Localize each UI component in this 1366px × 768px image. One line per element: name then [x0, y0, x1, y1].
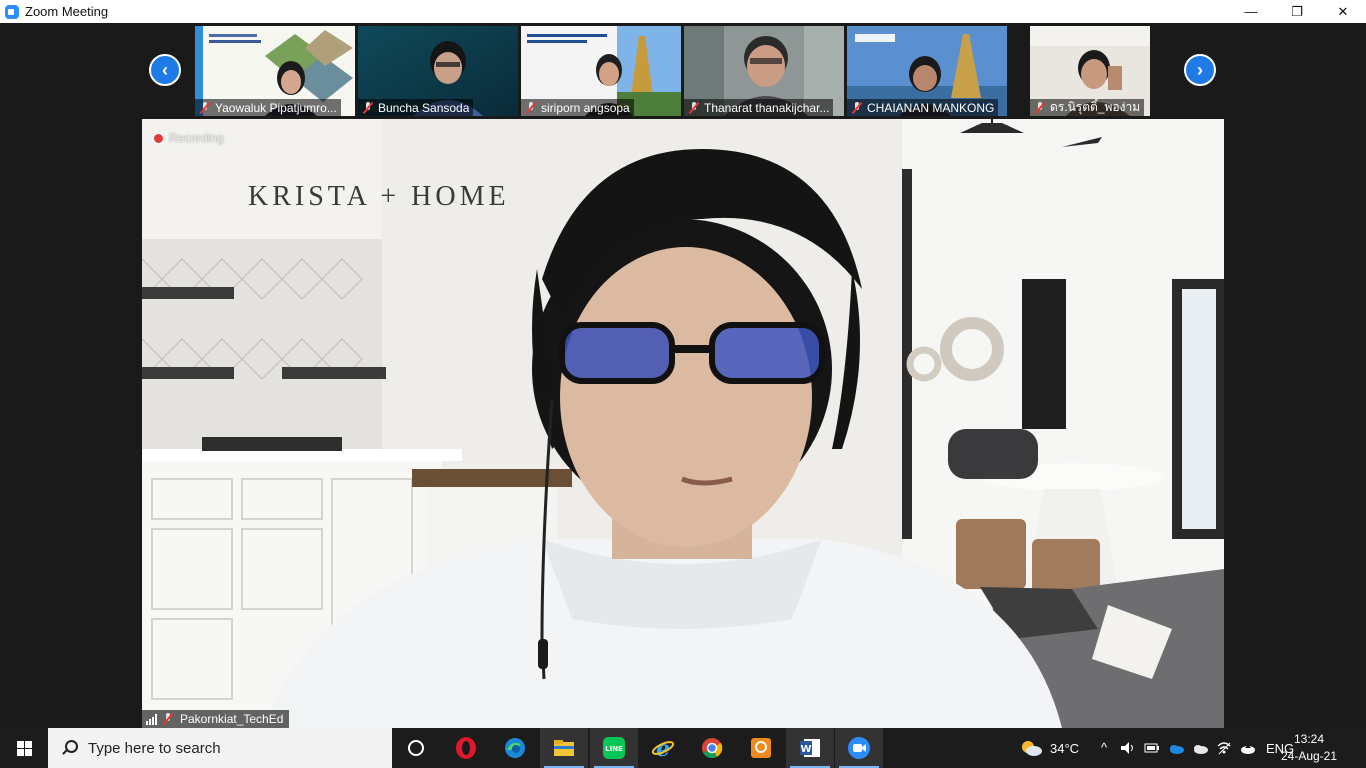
start-button[interactable]: [0, 728, 48, 768]
restore-button[interactable]: ❐: [1274, 0, 1320, 23]
folder-icon: [554, 740, 574, 756]
chrome-icon: [702, 738, 723, 759]
svg-text:e: e: [656, 736, 670, 760]
cloud-upload-icon[interactable]: [1240, 740, 1256, 756]
previous-page-button[interactable]: ‹: [149, 54, 181, 86]
participant-label-2: Buncha Sansoda: [358, 99, 474, 116]
svg-text:W: W: [800, 744, 811, 755]
signal-strength-icon: [146, 713, 158, 725]
recording-indicator: Recording: [154, 131, 224, 145]
speaker-name: Pakornkiat_TechEd: [180, 712, 284, 726]
onedrive-blue-icon[interactable]: [1168, 740, 1184, 756]
recording-dot-icon: [154, 133, 163, 143]
search-icon: [60, 739, 78, 757]
mic-muted-icon: [199, 101, 211, 114]
show-hidden-icons-chevron-icon[interactable]: ^: [1096, 740, 1112, 756]
participant-label-4: Thanarat thanakijchar...: [684, 99, 834, 116]
minimize-button[interactable]: —: [1228, 0, 1274, 23]
taskbar-search[interactable]: Type here to search: [48, 728, 392, 768]
active-speaker-video[interactable]: KRISTA + HOME Recording Pakornkiat_TechE…: [142, 119, 1224, 728]
taskbar-app-file-explorer[interactable]: [540, 728, 588, 768]
taskbar-app-internet-explorer[interactable]: e: [639, 728, 687, 768]
taskbar-clock[interactable]: 13:24 24-Aug-21: [1274, 731, 1344, 765]
word-icon: W: [800, 739, 820, 757]
onedrive-white-icon[interactable]: [1192, 740, 1208, 756]
taskbar: Type here to search LINE e W 34°C ^ ENG …: [0, 728, 1366, 768]
battery-icon[interactable]: [1144, 740, 1160, 756]
mic-muted-icon: [1034, 101, 1046, 114]
participant-name: Buncha Sansoda: [378, 100, 470, 115]
internet-explorer-icon: e: [651, 736, 675, 760]
foxit-pdf-icon: [751, 738, 771, 758]
windows-logo-icon: [16, 740, 32, 756]
participant-name: siriporn angsopa: [541, 100, 630, 115]
weather-widget[interactable]: 34°C: [1020, 728, 1079, 768]
mic-muted-icon: [688, 101, 700, 114]
wifi-icon[interactable]: [1216, 740, 1232, 756]
line-icon: LINE: [603, 737, 625, 759]
participant-strip: ‹ Yaowaluk Pipatjumro... Buncha Sansoda …: [0, 23, 1366, 118]
title-bar: Zoom Meeting — ❐ ✕: [0, 0, 1366, 23]
taskbar-app-opera[interactable]: [442, 728, 490, 768]
participant-name: Thanarat thanakijchar...: [704, 100, 830, 115]
close-button[interactable]: ✕: [1320, 0, 1366, 23]
svg-text:LINE: LINE: [605, 745, 623, 753]
speaker-label: Pakornkiat_TechEd: [142, 710, 290, 728]
participant-label-3: siriporn angsopa: [521, 99, 634, 116]
taskbar-app-edge[interactable]: [491, 728, 539, 768]
task-view-icon: [408, 740, 424, 756]
participant-tile-2[interactable]: Buncha Sansoda: [358, 26, 518, 116]
clock-date: 24-Aug-21: [1280, 749, 1338, 763]
participant-tile-6[interactable]: ดร.นิรุตติ์_พอง่าม: [1030, 26, 1150, 116]
mic-muted-icon: [851, 101, 863, 114]
participant-label-6: ดร.นิรุตติ์_พอง่าม: [1030, 99, 1145, 116]
taskbar-app-chrome[interactable]: [688, 728, 736, 768]
mic-muted-icon: [362, 101, 374, 114]
mic-muted-icon: [162, 713, 174, 725]
edge-icon: [505, 738, 525, 758]
taskbar-app-zoom[interactable]: [835, 728, 883, 768]
participant-name: CHAIANAN MANKONG: [867, 100, 995, 115]
participant-tile-5[interactable]: CHAIANAN MANKONG: [847, 26, 1007, 116]
search-placeholder: Type here to search: [88, 739, 221, 757]
taskbar-app-foxit-pdf[interactable]: [737, 728, 785, 768]
clock-time: 13:24: [1293, 732, 1325, 746]
taskbar-app-line[interactable]: LINE: [590, 728, 638, 768]
opera-icon: [456, 737, 476, 759]
participant-tile-4[interactable]: Thanarat thanakijchar...: [684, 26, 844, 116]
background-brand-text: KRISTA + HOME: [248, 181, 510, 212]
participant-name: Yaowaluk Pipatjumro...: [215, 100, 337, 115]
zoom-icon: [848, 737, 870, 759]
weather-temp: 34°C: [1050, 740, 1080, 756]
window-controls: — ❐ ✕: [1228, 0, 1366, 23]
weather-sun-cloud-icon: [1022, 741, 1042, 756]
zoom-app-icon: [5, 4, 19, 19]
volume-icon[interactable]: [1119, 740, 1135, 756]
next-page-button[interactable]: ›: [1184, 54, 1216, 86]
participant-tile-3[interactable]: siriporn angsopa: [521, 26, 681, 116]
participant-label-1: Yaowaluk Pipatjumro...: [195, 99, 341, 116]
taskbar-app-word[interactable]: W: [786, 728, 834, 768]
participant-tile-1[interactable]: Yaowaluk Pipatjumro...: [195, 26, 355, 116]
participant-label-5: CHAIANAN MANKONG: [847, 99, 999, 116]
window-title: Zoom Meeting: [25, 4, 109, 19]
participant-name: ดร.นิรุตติ์_พอง่าม: [1050, 100, 1141, 114]
recording-label: Recording: [169, 131, 224, 145]
task-view-button[interactable]: [392, 728, 440, 768]
mic-muted-icon: [525, 101, 537, 114]
